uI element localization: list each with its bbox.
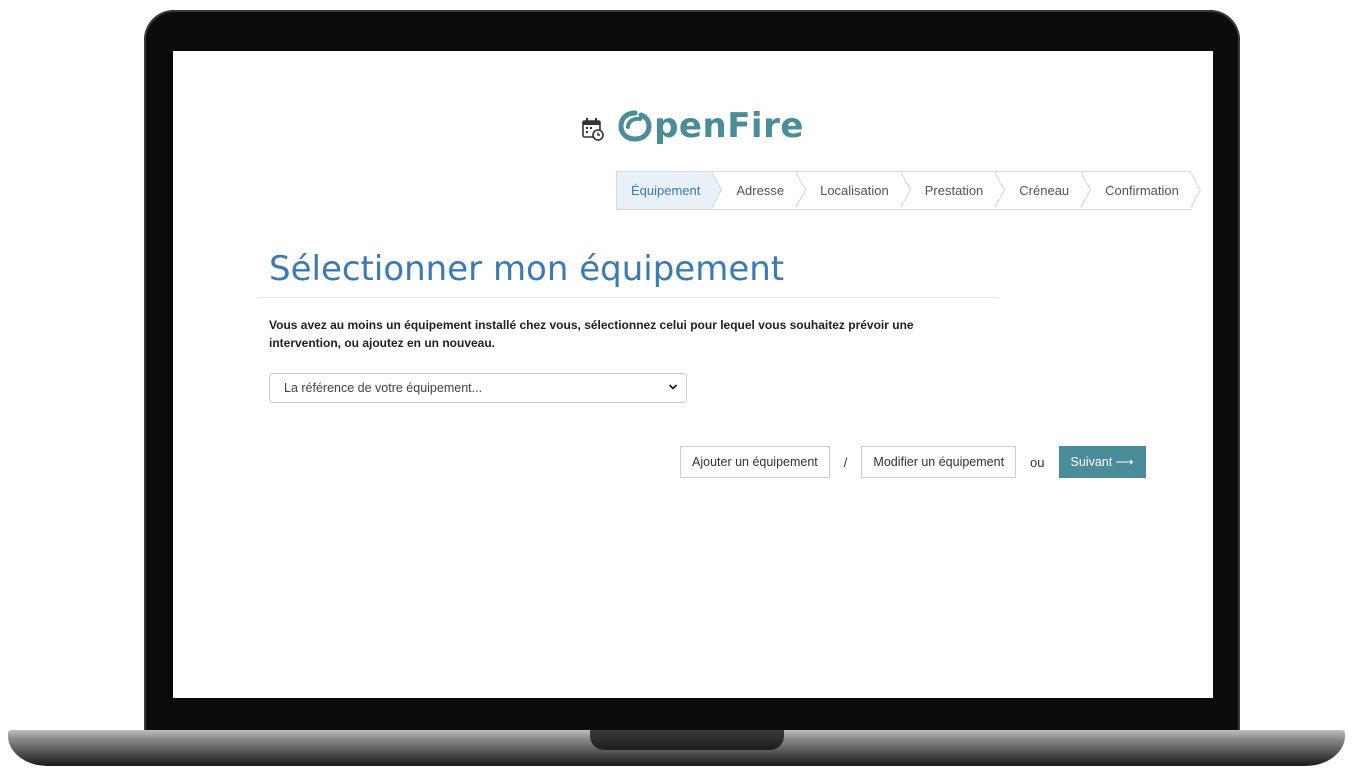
step-equipement[interactable]: Équipement xyxy=(617,172,723,209)
screen: penFire Équipement Adresse Localisation … xyxy=(173,51,1213,698)
logo-text: penFire xyxy=(654,106,804,146)
edit-equipment-button[interactable]: Modifier un équipement xyxy=(861,446,1017,478)
openfire-logo-mark xyxy=(618,110,652,142)
equipment-select-value: La référence de votre équipement... xyxy=(284,381,483,395)
slash-separator: / xyxy=(843,454,848,470)
step-breadcrumb: Équipement Adresse Localisation Prestati… xyxy=(616,171,1201,210)
header: penFire xyxy=(173,103,1213,149)
add-equipment-button[interactable]: Ajouter un équipement xyxy=(680,446,830,478)
equipment-select[interactable]: La référence de votre équipement... xyxy=(269,373,687,403)
page-title: Sélectionner mon équipement xyxy=(269,249,785,289)
calendar-clock-icon xyxy=(582,118,604,141)
title-divider xyxy=(257,297,999,298)
laptop-notch xyxy=(590,730,784,750)
step-adresse[interactable]: Adresse xyxy=(712,172,806,209)
next-button[interactable]: Suivant ⟶ xyxy=(1058,446,1146,478)
action-bar: Ajouter un équipement / Modifier un équi… xyxy=(680,446,1146,478)
step-prestation[interactable]: Prestation xyxy=(900,172,1005,209)
chevron-down-icon xyxy=(668,384,678,390)
step-creneau[interactable]: Créneau xyxy=(995,172,1092,209)
step-confirmation[interactable]: Confirmation xyxy=(1081,172,1201,209)
instructions-text: Vous avez au moins un équipement install… xyxy=(269,318,914,350)
openfire-logo[interactable]: penFire xyxy=(618,106,804,146)
step-localisation[interactable]: Localisation xyxy=(796,172,911,209)
or-separator: ou xyxy=(1030,454,1045,470)
